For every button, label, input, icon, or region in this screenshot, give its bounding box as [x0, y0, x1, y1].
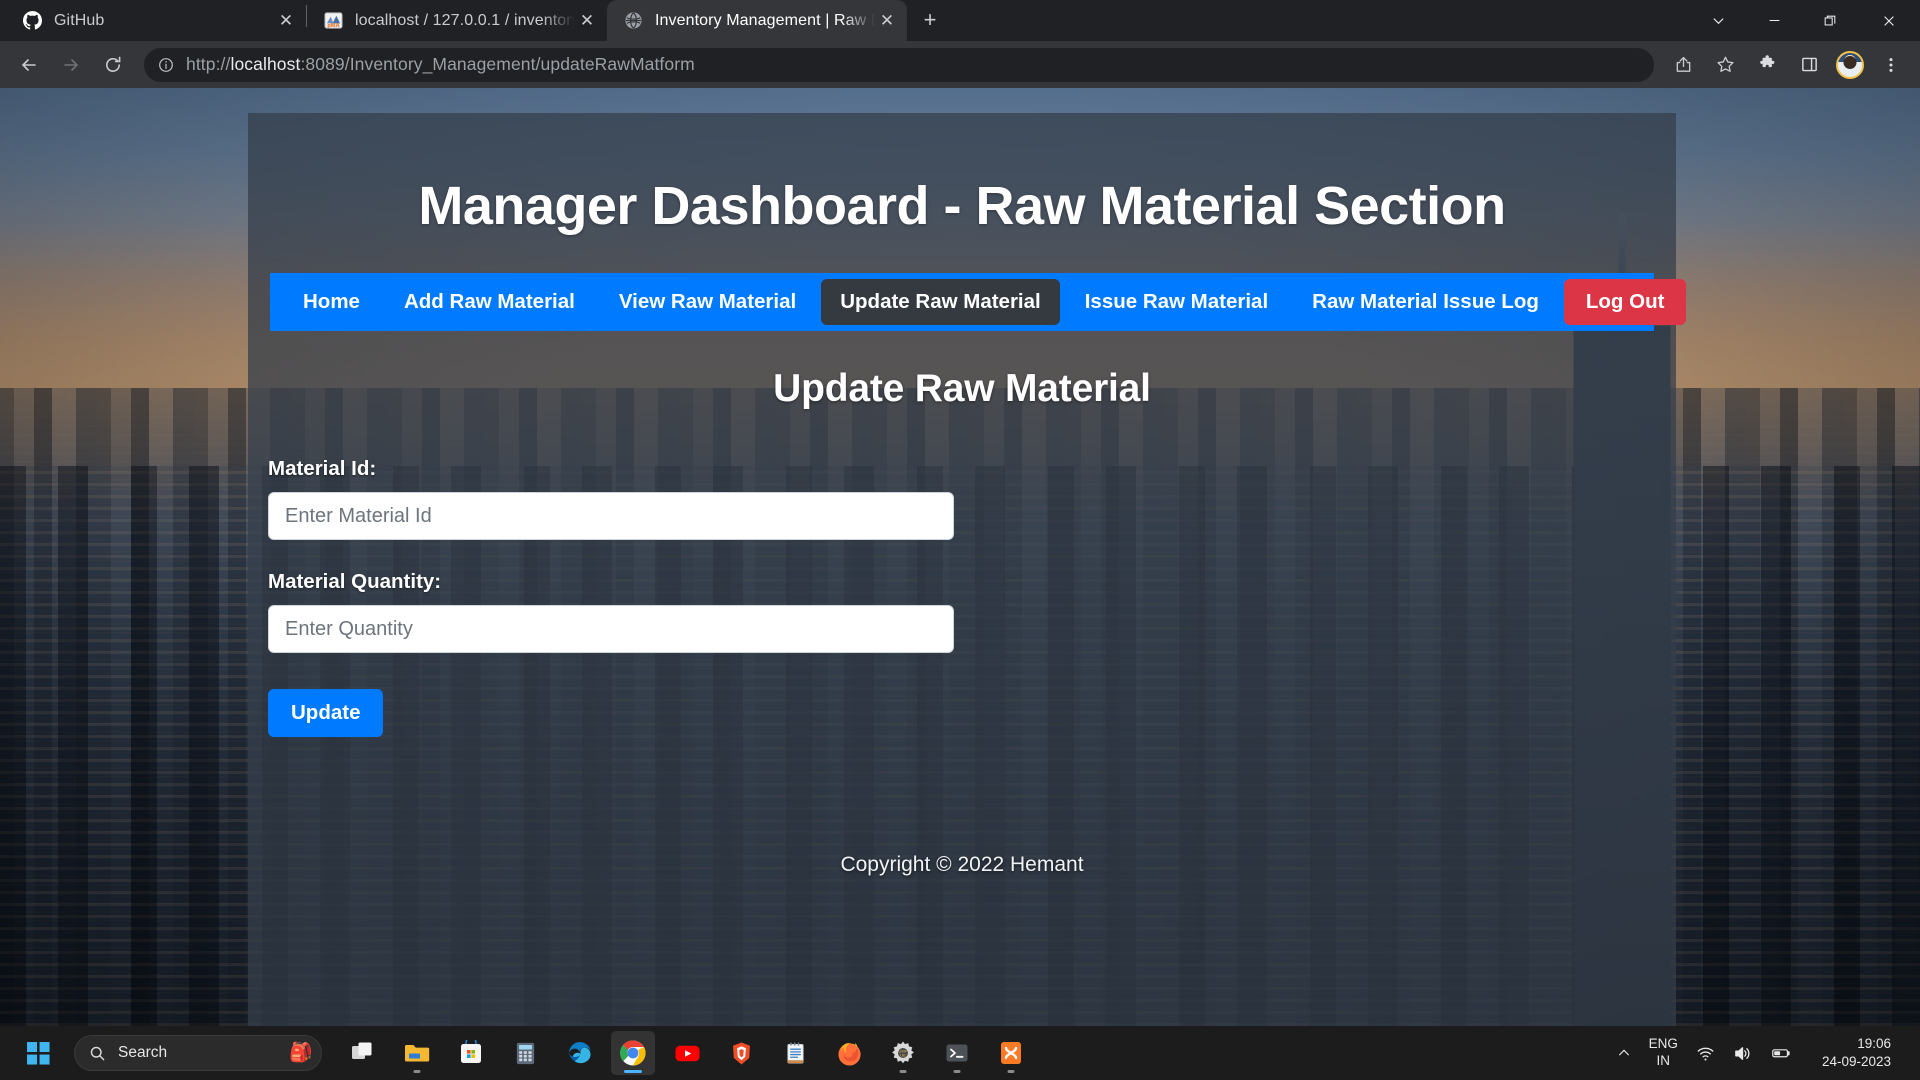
- tab-search-chevron-down-icon[interactable]: [1690, 0, 1746, 41]
- content-card: Manager Dashboard - Raw Material Section…: [248, 113, 1687, 1026]
- nav-item-raw-material-issue-log[interactable]: Raw Material Issue Log: [1293, 279, 1558, 325]
- clock-and-date[interactable]: 19:06 24-09-2023: [1801, 1029, 1906, 1077]
- copyright-text: Copyright © 2022 Hemant: [840, 853, 1084, 876]
- share-icon[interactable]: [1665, 47, 1701, 83]
- address-bar-url: http://localhost:8089/Inventory_Manageme…: [186, 54, 695, 74]
- window-controls: [1690, 0, 1920, 41]
- running-indicator: [413, 1070, 421, 1073]
- tab-close-button[interactable]: ✕: [575, 9, 599, 33]
- nav-item-view-raw-material[interactable]: View Raw Material: [600, 279, 815, 325]
- running-indicator: [953, 1070, 961, 1073]
- browser-tab-github[interactable]: GitHub ✕: [6, 0, 306, 41]
- xampp-icon[interactable]: [989, 1031, 1033, 1075]
- material-id-label: Material Id:: [268, 457, 377, 480]
- tab-strip: GitHub ✕ pMA localhost / 127.0.0.1 / inv…: [0, 0, 1920, 41]
- form-heading: Update Raw Material: [773, 367, 1151, 410]
- windows-taskbar: Search 🎒 UWP UE ENG IN 19:06 24-09-2023: [0, 1026, 1920, 1080]
- running-indicator: [899, 1070, 907, 1073]
- field-spacer: [268, 540, 954, 570]
- main-navigation: Home Add Raw Material View Raw Material …: [270, 273, 1687, 331]
- file-explorer-icon[interactable]: [395, 1031, 439, 1075]
- profile-avatar[interactable]: [1836, 50, 1864, 79]
- globe-icon: [623, 11, 643, 31]
- github-icon: [22, 11, 42, 31]
- search-placeholder-text: Search: [118, 1044, 168, 1061]
- address-bar[interactable]: http://localhost:8089/Inventory_Manageme…: [144, 47, 1654, 82]
- tab-title: Inventory Management | Raw Ma: [655, 11, 875, 29]
- volume-icon[interactable]: [1724, 1029, 1761, 1077]
- browser-toolbar: http://localhost:8089/Inventory_Manageme…: [0, 41, 1920, 88]
- wifi-icon[interactable]: [1687, 1029, 1724, 1077]
- youtube-icon[interactable]: [665, 1031, 709, 1075]
- browser-tab-inventory-management[interactable]: Inventory Management | Raw Ma ✕: [607, 0, 907, 41]
- google-chrome-icon[interactable]: [611, 1031, 655, 1075]
- search-icon: [89, 1045, 106, 1062]
- nav-item-update-raw-material[interactable]: Update Raw Material: [821, 279, 1060, 325]
- side-panel-icon[interactable]: [1791, 47, 1827, 83]
- clock-time: 19:06: [1857, 1036, 1891, 1052]
- update-submit-button[interactable]: Update: [268, 689, 384, 737]
- language-indicator[interactable]: ENG IN: [1640, 1029, 1687, 1077]
- tab-close-button[interactable]: ✕: [875, 9, 899, 33]
- update-raw-material-form: Material Id: Material Quantity: Update: [268, 457, 954, 737]
- puzzle-extensions-icon[interactable]: [1749, 47, 1785, 83]
- nav-item-home[interactable]: Home: [284, 279, 379, 325]
- tab-title: localhost / 127.0.0.1 / inventory_m: [355, 11, 575, 29]
- star-icon[interactable]: [1707, 47, 1743, 83]
- brave-browser-icon[interactable]: [719, 1031, 763, 1075]
- notepad-icon[interactable]: [773, 1031, 817, 1075]
- tab-title: GitHub: [54, 11, 105, 29]
- new-tab-button[interactable]: +: [913, 3, 947, 37]
- svg-text:pMA: pMA: [327, 23, 339, 29]
- windows-start-icon[interactable]: [14, 1029, 62, 1077]
- tab-close-button[interactable]: ✕: [274, 9, 298, 33]
- task-view-icon[interactable]: [341, 1031, 385, 1075]
- three-dot-menu-icon[interactable]: [1873, 47, 1909, 83]
- microsoft-store-icon[interactable]: [449, 1031, 493, 1075]
- material-quantity-input[interactable]: [268, 605, 954, 653]
- reload-button[interactable]: [95, 47, 131, 83]
- nav-item-issue-raw-material[interactable]: Issue Raw Material: [1066, 279, 1287, 325]
- tray-overflow-chevron-icon[interactable]: [1608, 1029, 1640, 1077]
- site-info-icon[interactable]: [156, 55, 176, 75]
- phpmyadmin-icon: pMA: [323, 11, 343, 31]
- browser-window: GitHub ✕ pMA localhost / 127.0.0.1 / inv…: [0, 0, 1920, 1026]
- system-tray: ENG IN 19:06 24-09-2023: [1608, 1029, 1920, 1077]
- svg-text:UE: UE: [900, 1052, 906, 1057]
- nav-item-add-raw-material[interactable]: Add Raw Material: [385, 279, 594, 325]
- search-illustration-icon: 🎒: [289, 1042, 313, 1064]
- active-indicator: [624, 1070, 642, 1073]
- running-indicator: [1007, 1070, 1015, 1073]
- page-viewport: Manager Dashboard - Raw Material Section…: [0, 88, 1920, 1026]
- calculator-icon[interactable]: [503, 1031, 547, 1075]
- language-region: IN: [1656, 1053, 1671, 1068]
- restore-button[interactable]: [1802, 0, 1858, 41]
- firefox-icon[interactable]: [827, 1031, 871, 1075]
- browser-tab-phpmyadmin[interactable]: pMA localhost / 127.0.0.1 / inventory_m …: [307, 0, 607, 41]
- battery-icon[interactable]: [1761, 1029, 1801, 1077]
- taskbar-search-box[interactable]: Search 🎒: [74, 1035, 322, 1071]
- material-quantity-label: Material Quantity:: [268, 570, 442, 593]
- microsoft-edge-icon[interactable]: [557, 1031, 601, 1075]
- logout-button[interactable]: Log Out: [1563, 279, 1687, 325]
- minimize-button[interactable]: [1746, 0, 1802, 41]
- settings-gear-icon[interactable]: UWP UE: [881, 1031, 925, 1075]
- close-button[interactable]: [1858, 0, 1920, 41]
- terminal-icon[interactable]: [935, 1031, 979, 1075]
- material-id-input[interactable]: [268, 492, 954, 540]
- toolbar-actions: [1662, 47, 1912, 83]
- taskbar-app-icons: UWP UE: [336, 1031, 1038, 1075]
- language-primary: ENG: [1648, 1036, 1678, 1052]
- forward-button[interactable]: [53, 47, 89, 83]
- page-title: Manager Dashboard - Raw Material Section: [418, 176, 1506, 236]
- back-button[interactable]: [11, 47, 47, 83]
- clock-date: 24-09-2023: [1821, 1054, 1891, 1069]
